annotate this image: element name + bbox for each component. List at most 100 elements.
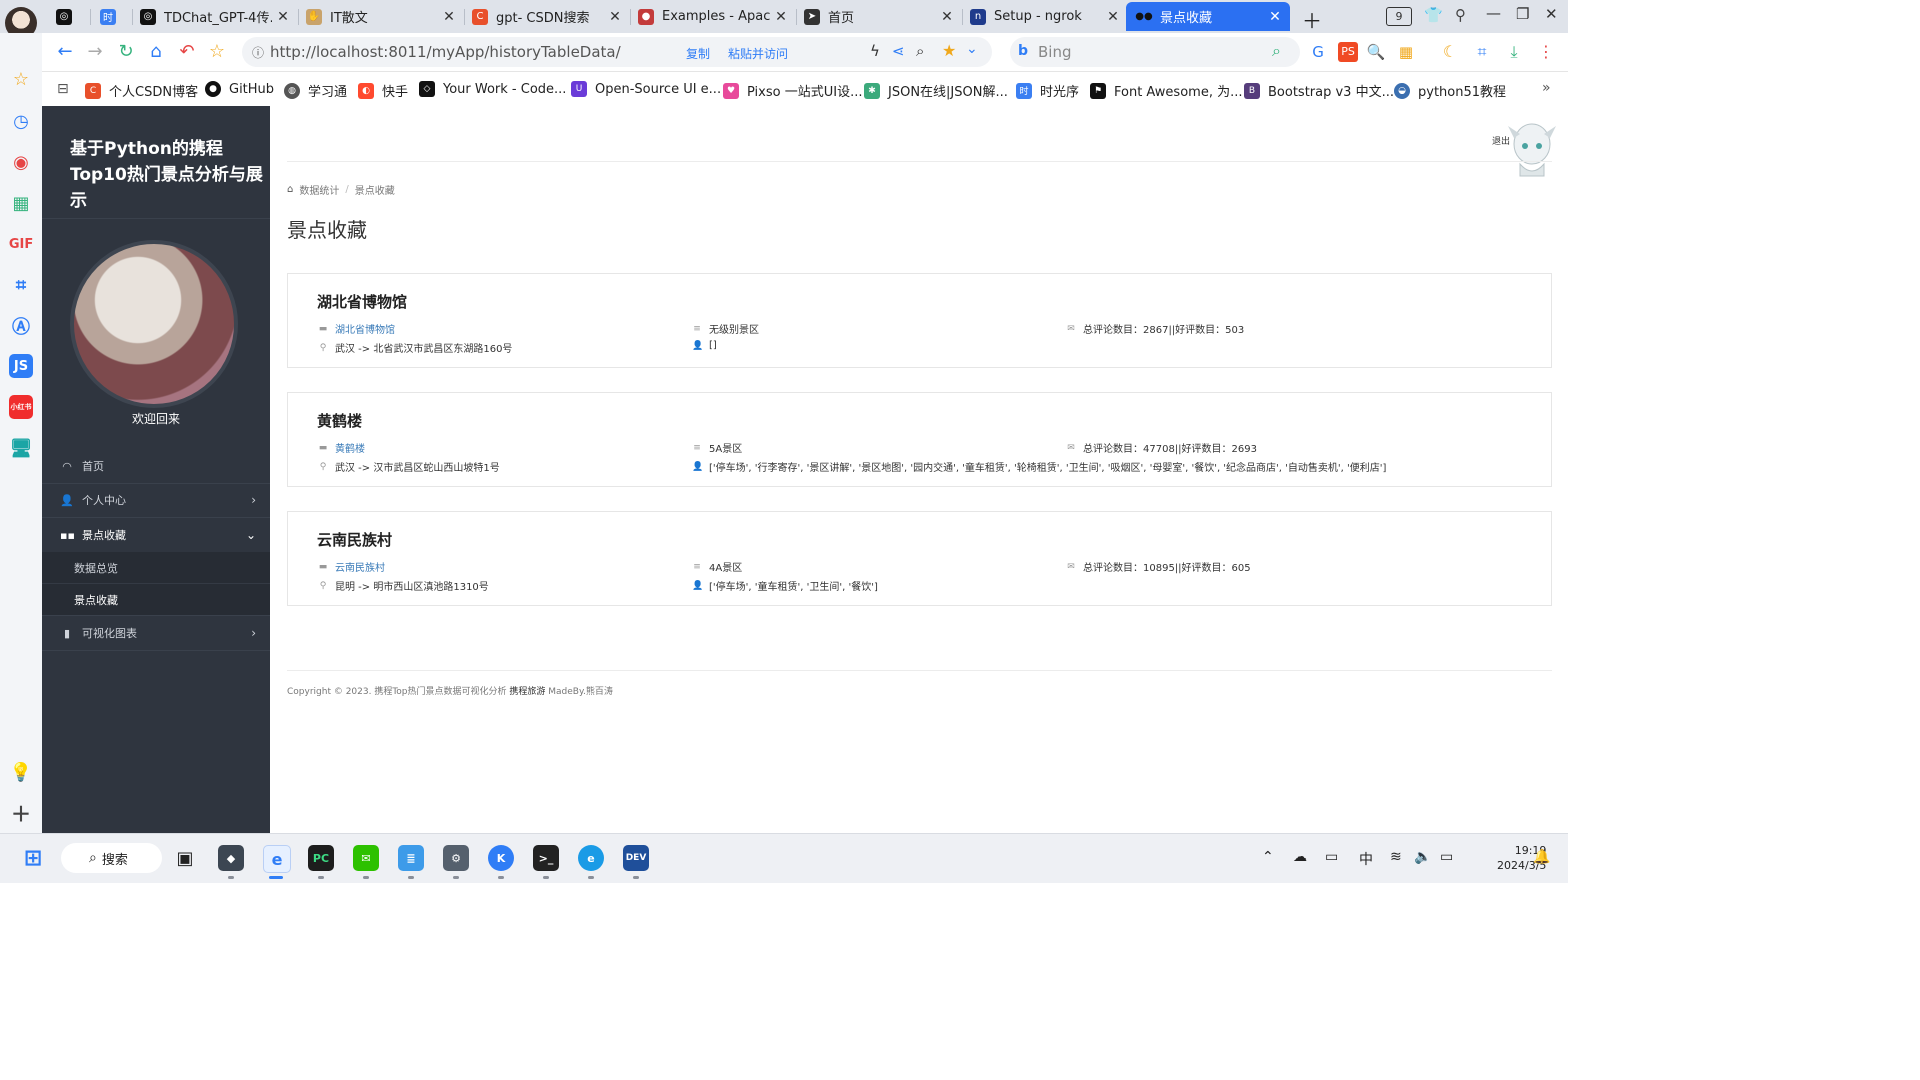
undo-close-icon[interactable]: ↶ [177, 42, 197, 62]
devcpp-icon[interactable]: DEV [623, 845, 649, 871]
vscode-icon[interactable]: JS [9, 354, 33, 378]
qr-icon[interactable]: ▦ [9, 191, 33, 215]
tab-count-badge[interactable]: 9 [1386, 7, 1412, 26]
close-icon[interactable]: ✕ [774, 9, 788, 25]
attraction-name[interactable]: 湖北省博物馆 [335, 321, 395, 336]
crop-ext-icon[interactable]: ⌗ [1472, 42, 1492, 62]
url-bar[interactable]: ⓘ http://localhost:8011/myApp/historyTab… [242, 37, 992, 67]
bookmark-item[interactable]: B Bootstrap v3 中文... [1244, 81, 1394, 100]
pin-icon[interactable]: ⚲ [1455, 6, 1466, 24]
bookmark-item[interactable]: ✱ JSON在线|JSON解... [864, 81, 1008, 100]
close-window-icon[interactable]: ✕ [1545, 5, 1558, 23]
paste-visit-link[interactable]: 粘贴并访问 [728, 45, 788, 62]
battery-icon[interactable]: ▭ [1440, 849, 1453, 865]
star-icon[interactable]: ☆ [9, 67, 33, 91]
search-icon[interactable]: ⌕ [1272, 41, 1281, 61]
bookmark-item[interactable]: ⚑ Font Awesome, 为... [1090, 81, 1242, 100]
wechat-icon[interactable]: ✉ [353, 845, 379, 871]
magnifier-ext-icon[interactable]: 🔍 [1366, 42, 1386, 62]
ime-indicator[interactable]: 中 [1359, 849, 1373, 869]
add-icon[interactable]: ＋ [9, 800, 33, 826]
attraction-name[interactable]: 云南民族村 [335, 559, 385, 574]
tab-4[interactable]: C gpt- CSDN搜索 ✕ [472, 2, 622, 31]
apps-ext-icon[interactable]: ▦ [1396, 42, 1416, 62]
home-icon[interactable]: ⌂ [146, 42, 166, 62]
share-icon[interactable]: ⋖ [892, 42, 905, 60]
display-icon[interactable]: ▭ [1325, 849, 1338, 865]
crop-icon[interactable]: ⌗ [9, 273, 33, 297]
volume-icon[interactable]: 🔈 [1414, 849, 1431, 865]
wifi-icon[interactable]: ≋ [1390, 849, 1402, 865]
search-input[interactable]: Bing [1038, 43, 1072, 61]
gif-icon[interactable]: GIF [9, 232, 33, 256]
bookmark-item[interactable]: ● GitHub [205, 81, 274, 97]
shirt-icon[interactable]: 👕 [1424, 6, 1443, 24]
footer-brand-link[interactable]: 携程旅游 [509, 687, 545, 697]
more-bookmarks-icon[interactable]: » [1542, 80, 1551, 96]
zoom-icon[interactable]: ⌕ [916, 42, 924, 60]
sidebar-item-favorites[interactable]: ▪▪ 景点收藏 ⌄ [42, 518, 270, 552]
bookmark-item[interactable]: C 个人CSDN博客 [85, 81, 198, 100]
k-app-icon[interactable]: K [488, 845, 514, 871]
menu-icon[interactable]: ⋮ [1536, 42, 1556, 62]
lightbulb-icon[interactable]: 💡 [9, 760, 33, 784]
attraction-name-link[interactable]: ▬ 云南民族村 [318, 559, 385, 575]
home-icon[interactable]: ⌂ [287, 184, 293, 195]
close-icon[interactable]: ✕ [1268, 9, 1282, 25]
restore-icon[interactable]: ❐ [1516, 5, 1529, 23]
notepad-icon[interactable]: ≣ [398, 845, 424, 871]
tab-5[interactable]: ● Examples - Apac ✕ [638, 2, 788, 31]
tab-7[interactable]: n Setup - ngrok ✕ [970, 2, 1120, 31]
cloud-icon[interactable]: ☁ [1293, 849, 1307, 865]
bookmark-star-icon[interactable]: ★ [942, 41, 956, 60]
download-icon[interactable]: ⤓ [1504, 42, 1524, 62]
translate-icon[interactable]: Ⓐ [9, 314, 33, 338]
unity-icon[interactable]: ◆ [218, 845, 244, 871]
bookmark-item[interactable]: ◍ 学习通 [284, 81, 347, 100]
attraction-name[interactable]: 黄鹤楼 [335, 440, 365, 455]
monitor-icon[interactable]: 🖥 [9, 436, 33, 460]
search-bar[interactable]: b Bing ⌕ [1010, 37, 1300, 67]
reload-icon[interactable]: ↻ [116, 42, 136, 62]
task-view-icon[interactable]: ▣ [172, 845, 198, 871]
url-text[interactable]: http://localhost:8011/myApp/historyTable… [270, 43, 621, 61]
tab-0[interactable]: ◎ [56, 2, 86, 31]
bookmark-item[interactable]: 时时光序 [1016, 81, 1079, 100]
chevron-down-icon[interactable]: ⌄ [966, 41, 978, 57]
xiaohongshu-icon[interactable]: 小红书 [9, 395, 33, 419]
close-icon[interactable]: ✕ [940, 9, 954, 25]
clock-icon[interactable]: ◷ [9, 109, 33, 133]
tab-1[interactable]: 时 [100, 2, 130, 31]
sidebar-item-home[interactable]: ◠ 首页 [42, 449, 270, 483]
pdf-ext-icon[interactable]: PS [1338, 42, 1358, 62]
new-tab-button[interactable]: ＋ [1302, 5, 1322, 34]
night-ext-icon[interactable]: ☾ [1440, 42, 1460, 62]
minimize-icon[interactable]: — [1486, 4, 1501, 22]
edge-icon[interactable]: e [578, 845, 604, 871]
attraction-name-link[interactable]: ▬ 黄鹤楼 [318, 440, 365, 456]
close-icon[interactable]: ✕ [1106, 9, 1120, 25]
taskbar-search[interactable]: ⌕ 搜索 [61, 843, 162, 873]
copy-link[interactable]: 复制 [686, 45, 710, 62]
reading-mode-icon[interactable]: ⊟ [57, 81, 69, 97]
forward-icon[interactable]: → [85, 42, 105, 62]
bookmark-item[interactable]: ♥ Pixso 一站式UI设... [723, 81, 862, 100]
close-icon[interactable]: ✕ [608, 9, 622, 25]
bookmark-item[interactable]: ◒ python51教程 [1394, 81, 1506, 100]
sidebar-item-charts[interactable]: ▮ 可视化图表 › [42, 616, 270, 650]
translate-ext-icon[interactable]: G [1308, 42, 1328, 62]
tab-6[interactable]: ➤ 首页 ✕ [804, 2, 954, 31]
back-icon[interactable]: ← [55, 42, 75, 62]
bookmark-item[interactable]: ◐ 快手 [358, 81, 408, 100]
sidebar-subitem-favorites[interactable]: 景点收藏 [42, 584, 270, 615]
favorite-star-icon[interactable]: ☆ [207, 42, 227, 62]
terminal-icon[interactable]: >_ [533, 845, 559, 871]
attraction-name-link[interactable]: ▬ 湖北省博物馆 [318, 321, 395, 337]
settings-icon[interactable]: ⚙ [443, 845, 469, 871]
sidebar-subitem-overview[interactable]: 数据总览 [42, 552, 270, 583]
windows-start-icon[interactable]: ⊞ [20, 845, 46, 871]
info-icon[interactable]: ⓘ [252, 44, 264, 61]
close-icon[interactable]: ✕ [276, 9, 290, 25]
sidebar-item-profile[interactable]: 👤 个人中心 › [42, 483, 270, 517]
lightning-icon[interactable]: ϟ [870, 42, 880, 60]
